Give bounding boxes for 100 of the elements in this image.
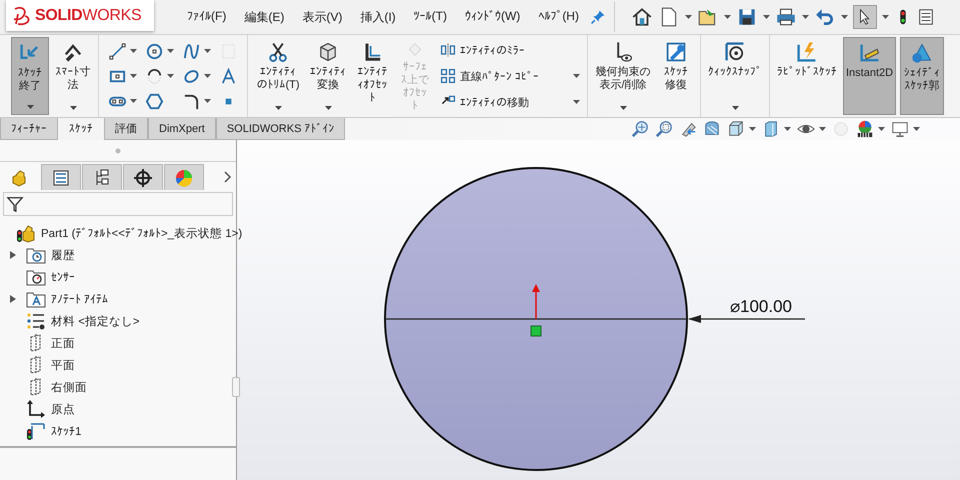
origin-point-icon [530,326,542,336]
logo-text: SOLIDWORKS [35,6,142,24]
caret-icon[interactable] [749,127,756,131]
material-icon [26,311,46,331]
ribbon-button[interactable]: 幾何拘束の表示/削除 [593,37,653,115]
filter-icon [6,195,24,213]
caret-icon[interactable] [684,15,692,19]
ribbon-tab[interactable]: DimXpert [148,118,216,140]
caret-icon[interactable] [573,100,580,104]
tree-item[interactable]: ｾﾝｻｰ [51,270,75,284]
expand-arrow-icon[interactable] [10,295,16,303]
ribbon-list-item[interactable]: ｴﾝﾃｨﾃｨの移動 [440,94,580,110]
select-button[interactable] [852,5,877,29]
caret-icon[interactable] [913,127,920,131]
menu-item[interactable]: ﾌｧｲﾙ(F) [178,8,236,26]
polygon-icon[interactable] [145,92,164,110]
line-icon[interactable] [108,42,127,60]
caret-icon[interactable] [130,74,137,78]
panel-resize-handle[interactable] [232,377,240,397]
caret-icon[interactable] [130,99,137,103]
ribbon-button[interactable]: Instant2D [843,37,896,115]
text-icon[interactable] [219,66,238,86]
home-icon[interactable] [630,6,653,28]
caret-icon[interactable] [573,74,580,78]
tree-item[interactable]: Part1 (ﾃﾞﾌｫﾙﾄ<<ﾃﾞﾌｫﾙﾄ>_表示状態 1>) [41,226,242,240]
panel-tab[interactable] [82,164,122,190]
filter-field[interactable] [3,192,233,216]
ribbon-button[interactable]: ｽｹｯﾁ修復 [657,37,695,115]
ribbon-button[interactable]: ｼｪｲﾃﾞｨｽｹｯﾁ郭 [900,37,944,115]
menu-item[interactable]: 挿入(I) [351,8,405,26]
ribbon-button[interactable]: ｴﾝﾃｨﾃｨｵﾌｾｯﾄ [353,37,392,115]
spline-icon[interactable] [182,42,201,60]
tree-item[interactable]: 材料 <指定なし> [51,314,140,328]
ribbon-button[interactable]: ｴﾝﾃｨﾃｨのﾄﾘﾑ(T) [253,37,303,115]
dimension-text[interactable]: ⌀100.00 [730,297,792,316]
ribbon-button[interactable]: ﾗﾋﾟｯﾄﾞｽｹｯﾁ [775,37,839,115]
caret-icon[interactable] [167,49,174,53]
caret-icon[interactable] [724,15,731,19]
monitor-icon[interactable] [891,120,909,138]
tree-item[interactable]: 右側面 [51,380,87,394]
tree-item[interactable]: ｱﾉﾃｰﾄ ｱｲﾃﾑ [51,292,108,306]
menu-item[interactable]: 編集(E) [235,8,294,26]
tree-item[interactable]: 正面 [51,336,75,350]
caret-icon[interactable] [204,74,211,78]
ribbon-list-item[interactable]: ｴﾝﾃｨﾃｨのﾐﾗｰ [440,42,580,58]
logo-mark-icon [12,6,32,26]
zoom-to-fit-icon[interactable] [631,120,649,138]
grip-dot-icon[interactable] [115,148,121,154]
tree-item[interactable]: ｽｹｯﾁ1 [51,424,82,438]
part-icon [16,223,36,243]
ribbon-button[interactable]: ｽﾏｰﾄ寸法 [53,37,93,115]
pin-icon[interactable] [590,9,606,25]
panel-tab[interactable] [41,164,81,190]
crosshair-icon [133,168,153,188]
caret-icon[interactable] [167,74,174,78]
expand-arrow-icon[interactable] [10,251,16,259]
tree-item[interactable]: 原点 [51,402,75,416]
menu-item[interactable]: ﾂｰﾙ(T) [404,8,456,26]
list-icon[interactable] [916,7,935,27]
arc-icon[interactable] [145,66,164,86]
display-style-icon[interactable] [762,120,780,138]
printer-icon[interactable] [774,6,797,28]
shaded-sketch-icon [910,41,934,65]
menu-item[interactable]: ｳｨﾝﾄﾞｳ(W) [456,8,530,26]
circle-icon[interactable] [145,42,164,60]
property-manager-icon [51,168,71,188]
caret-icon[interactable] [840,15,848,19]
tree-item[interactable]: 平面 [51,358,75,372]
scene-icon[interactable] [856,120,874,138]
caret-icon[interactable] [784,127,791,131]
ribbon-list-item[interactable]: 直線ﾊﾟﾀｰﾝ ｺﾋﾟｰ [440,68,580,84]
display-manager-icon [174,168,194,188]
tree-item[interactable]: 履歴 [51,248,75,262]
wrench-icon [664,40,688,64]
origin-icon [26,399,46,419]
ribbon-tab[interactable]: ﾌｨｰﾁｬｰ [0,118,58,140]
caret-icon[interactable] [762,15,770,19]
menu-item[interactable]: 表示(V) [293,8,352,26]
zoom-area-icon[interactable] [655,120,673,138]
view-cube-icon[interactable] [727,120,745,138]
previous-view-icon[interactable] [679,120,697,138]
caret-icon[interactable] [802,15,809,19]
ribbon-button[interactable]: ｴﾝﾃｨﾃｨ変換 [307,37,349,115]
panel-tab[interactable] [123,164,163,190]
caret-icon[interactable] [878,127,885,131]
caret-icon[interactable] [204,99,211,103]
ribbon-button[interactable]: ｽｹｯﾁ終了 [11,37,49,115]
caret-icon[interactable] [130,49,137,53]
caret-icon[interactable] [819,127,826,131]
section-view-icon[interactable] [703,120,721,138]
origin-arrow-icon [532,284,540,319]
ribbon-button[interactable]: ｸｨｯｸｽﾅｯﾌﾟ [706,37,764,115]
caret-icon[interactable] [882,15,889,19]
caret-icon[interactable] [204,49,211,53]
ribbon-tab[interactable]: 評価 [104,118,148,140]
ribbon-tab[interactable]: SOLIDWORKS ｱﾄﾞｲﾝ [216,118,346,140]
sketch-icon [26,421,46,441]
chevron-right-icon[interactable] [224,171,232,183]
mirror-icon [440,42,456,58]
menu-item[interactable]: ﾍﾙﾌﾟ(H) [529,8,588,26]
